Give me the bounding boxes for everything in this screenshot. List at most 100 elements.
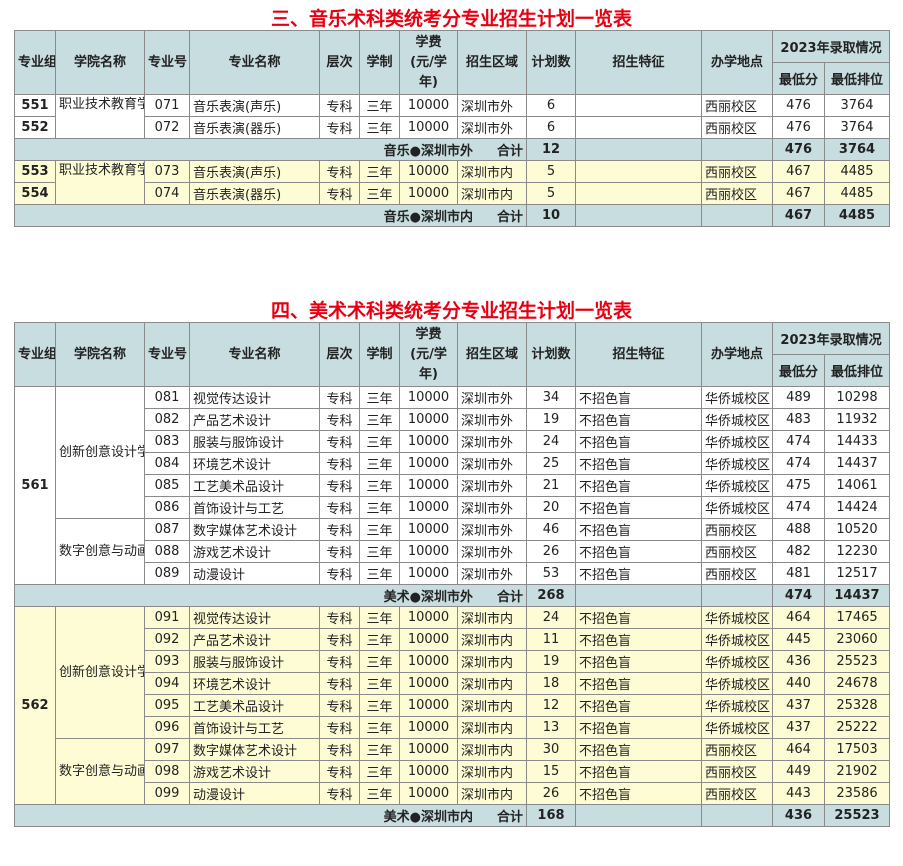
duration: 三年 bbox=[359, 628, 400, 651]
level: 专科 bbox=[319, 386, 360, 409]
campus: 西丽校区 bbox=[701, 562, 773, 585]
major-code: 072 bbox=[144, 116, 190, 139]
header-plan: 计划数 bbox=[526, 322, 576, 387]
level: 专科 bbox=[319, 94, 360, 117]
major-name: 服装与服饰设计 bbox=[189, 650, 320, 673]
plan-count: 30 bbox=[526, 738, 576, 761]
min-rank: 23060 bbox=[824, 628, 890, 651]
major-code: 087 bbox=[144, 518, 190, 541]
min-score: 482 bbox=[772, 540, 825, 563]
level: 专科 bbox=[319, 474, 360, 497]
plan-count: 20 bbox=[526, 496, 576, 519]
header-min-rank: 最低排位 bbox=[824, 62, 890, 95]
campus: 华侨城校区 bbox=[701, 672, 773, 695]
feature: 不招色盲 bbox=[575, 562, 702, 585]
header-admission-2023: 2023年录取情况 bbox=[772, 322, 890, 355]
group-number: 562 bbox=[14, 606, 56, 805]
major-code: 082 bbox=[144, 408, 190, 431]
major-name: 音乐表演(声乐) bbox=[189, 160, 320, 183]
music-table-title: 三、音乐术科类统考分专业招生计划一览表 bbox=[270, 8, 632, 30]
major-code: 096 bbox=[144, 716, 190, 739]
min-rank: 4485 bbox=[824, 160, 890, 183]
region: 深圳市内 bbox=[457, 606, 527, 629]
min-rank: 23586 bbox=[824, 782, 890, 805]
level: 专科 bbox=[319, 116, 360, 139]
major-code: 085 bbox=[144, 474, 190, 497]
table-row: 数字创意与动画学院097数字媒体艺术设计专科三年10000深圳市内30不招色盲西… bbox=[15, 738, 890, 805]
subtotal-min-rank: 25523 bbox=[824, 804, 890, 827]
feature: 不招色盲 bbox=[575, 694, 702, 717]
min-score: 436 bbox=[772, 650, 825, 673]
tuition: 10000 bbox=[399, 606, 458, 629]
region: 深圳市内 bbox=[457, 760, 527, 783]
major-name: 音乐表演(器乐) bbox=[189, 182, 320, 205]
level: 专科 bbox=[319, 650, 360, 673]
subtotal-min-rank: 3764 bbox=[824, 138, 890, 161]
major-name: 服装与服饰设计 bbox=[189, 430, 320, 453]
major-name: 产品艺术设计 bbox=[189, 628, 320, 651]
min-score: 476 bbox=[772, 116, 825, 139]
major-name: 视觉传达设计 bbox=[189, 386, 320, 409]
major-name: 数字媒体艺术设计 bbox=[189, 518, 320, 541]
plan-count: 34 bbox=[526, 386, 576, 409]
tuition: 10000 bbox=[399, 672, 458, 695]
min-rank: 14433 bbox=[824, 430, 890, 453]
region: 深圳市内 bbox=[457, 694, 527, 717]
subtotal-feature bbox=[575, 584, 702, 607]
level: 专科 bbox=[319, 606, 360, 629]
group-number: 553 bbox=[14, 160, 56, 183]
subtotal-campus bbox=[701, 804, 773, 827]
duration: 三年 bbox=[359, 160, 400, 183]
table-row: 095 工艺美术品设计 专科 三年 10000 深圳市内 12 不招色盲 华侨城校区 437 253… bbox=[15, 694, 890, 717]
header-admission-2023: 2023年录取情况 bbox=[772, 30, 890, 63]
header-fee: 学费 (元/学 年) bbox=[399, 322, 458, 387]
min-rank: 21902 bbox=[824, 760, 890, 783]
campus: 华侨城校区 bbox=[701, 386, 773, 409]
header-group: 专业组 bbox=[14, 322, 56, 387]
level: 专科 bbox=[319, 782, 360, 805]
major-code: 094 bbox=[144, 672, 190, 695]
duration: 三年 bbox=[359, 116, 400, 139]
header-min-rank: 最低排位 bbox=[824, 354, 890, 387]
region: 深圳市外 bbox=[457, 116, 527, 139]
campus: 西丽校区 bbox=[701, 94, 773, 117]
min-rank: 14437 bbox=[824, 452, 890, 475]
subtotal-total-label: 合计 bbox=[496, 810, 523, 825]
plan-count: 18 bbox=[526, 672, 576, 695]
major-code: 088 bbox=[144, 540, 190, 563]
region: 深圳市内 bbox=[457, 182, 527, 205]
table-row: 084 环境艺术设计 专科 三年 10000 深圳市外 25 不招色盲 华侨城校区 474 1443… bbox=[15, 452, 890, 475]
plan-count: 46 bbox=[526, 518, 576, 541]
header-min-score: 最低分 bbox=[772, 354, 825, 387]
tuition: 10000 bbox=[399, 496, 458, 519]
major-code: 074 bbox=[144, 182, 190, 205]
feature: 不招色盲 bbox=[575, 452, 702, 475]
duration: 三年 bbox=[359, 606, 400, 629]
major-name: 音乐表演(器乐) bbox=[189, 116, 320, 139]
min-score: 464 bbox=[772, 606, 825, 629]
feature: 不招色盲 bbox=[575, 386, 702, 409]
tuition: 10000 bbox=[399, 540, 458, 563]
major-code: 073 bbox=[144, 160, 190, 183]
region: 深圳市内 bbox=[457, 782, 527, 805]
major-name: 音乐表演(声乐) bbox=[189, 94, 320, 117]
plan-count: 5 bbox=[526, 160, 576, 183]
plan-count: 5 bbox=[526, 182, 576, 205]
region: 深圳市外 bbox=[457, 408, 527, 431]
group-number: 552 bbox=[14, 116, 56, 139]
college-name: 职业技术教育学院 bbox=[55, 160, 145, 205]
min-rank: 4485 bbox=[824, 182, 890, 205]
subtotal-total-label: 合计 bbox=[496, 144, 523, 159]
region: 深圳市外 bbox=[457, 452, 527, 475]
subtotal-row: 音乐●深圳市内 合计 10 467 4485 bbox=[14, 204, 890, 227]
feature: 不招色盲 bbox=[575, 738, 702, 761]
min-score: 476 bbox=[772, 94, 825, 117]
campus: 西丽校区 bbox=[701, 116, 773, 139]
plan-count: 24 bbox=[526, 430, 576, 453]
level: 专科 bbox=[319, 672, 360, 695]
major-code: 091 bbox=[144, 606, 190, 629]
duration: 三年 bbox=[359, 672, 400, 695]
subtotal-label: 美术●深圳市内 合计 bbox=[14, 804, 527, 827]
duration: 三年 bbox=[359, 386, 400, 409]
feature: 不招色盲 bbox=[575, 650, 702, 673]
